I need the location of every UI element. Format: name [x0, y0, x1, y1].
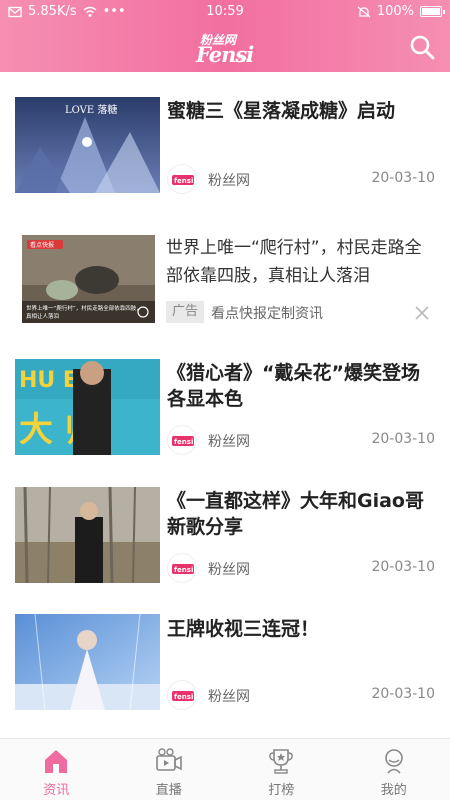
news-date: 20-03-10: [371, 559, 435, 575]
nav-label: 资讯: [43, 783, 70, 798]
news-meta: fensi 粉丝网 20-03-10: [167, 553, 435, 583]
source-avatar: fensi: [167, 553, 197, 583]
news-thumbnail: [15, 614, 160, 710]
search-icon[interactable]: [408, 33, 436, 61]
close-icon[interactable]: [414, 305, 430, 321]
home-icon: [45, 750, 68, 773]
clock: 10:59: [206, 4, 244, 19]
bottom-nav: 资讯 直播 打榜 我的: [0, 738, 450, 800]
source-name: 粉丝网: [208, 434, 250, 450]
source-avatar: fensi: [167, 680, 197, 710]
trophy-icon: [269, 749, 294, 774]
news-title[interactable]: 蜜糖三《星落凝成糖》启动: [167, 98, 435, 124]
ad-thumbnail: 看点快报 世界上唯一“爬行村”，村民走路全部依靠四肢， 真相让人落泪: [22, 235, 155, 323]
alarm-off-icon: [357, 6, 371, 17]
source-name: 粉丝网: [208, 173, 250, 189]
fensi-logo: 粉丝网 Fensi .com: [196, 33, 254, 67]
news-item[interactable]: 《一直都这样》大年和Giao哥新歌分享 fensi 粉丝网 20-03-10: [0, 464, 450, 592]
news-feed[interactable]: LOVE 落糖 蜜糖三《星落凝成糖》启动 fensi 粉丝网 20-03-10 …: [0, 72, 450, 738]
ad-source: 看点快报定制资讯: [211, 306, 323, 322]
news-item[interactable]: LOVE 落糖 蜜糖三《星落凝成糖》启动 fensi 粉丝网 20-03-10: [0, 72, 450, 200]
news-thumbnail: HU ER 大 师: [15, 359, 160, 455]
source-avatar: fensi: [167, 164, 197, 194]
news-thumbnail: [15, 487, 160, 583]
news-item[interactable]: HU ER 大 师 《猎心者》“戴朵花”爆笑登场各显本色 fensi 粉丝网 2…: [0, 336, 450, 464]
news-item[interactable]: 王牌收视三连冠！ fensi 粉丝网 20-03-10: [0, 592, 450, 720]
svg-text:看点快报: 看点快报: [30, 241, 54, 249]
nav-item-profile[interactable]: 我的: [338, 739, 450, 800]
nav-item-live[interactable]: 直播: [113, 739, 226, 800]
svg-text:fensi: fensi: [174, 693, 193, 701]
svg-text:fensi: fensi: [174, 566, 193, 574]
news-meta: fensi 粉丝网 20-03-10: [167, 425, 435, 455]
ad-title[interactable]: 世界上唯一“爬行村”，村民走路全部依靠四肢，真相让人落泪: [166, 234, 430, 290]
nav-label: 打榜: [268, 783, 295, 798]
news-title[interactable]: 《一直都这样》大年和Giao哥新歌分享: [167, 488, 435, 540]
battery-percent: 100%: [376, 4, 414, 19]
svg-text:世界上唯一“爬行村”，村民走路全部依靠四肢，: 世界上唯一“爬行村”，村民走路全部依靠四肢，: [26, 304, 142, 312]
source-avatar: fensi: [167, 425, 197, 455]
news-date: 20-03-10: [371, 170, 435, 186]
nav-label: 我的: [380, 783, 407, 798]
svg-text:真相让人落泪: 真相让人落泪: [26, 312, 59, 320]
source-name: 粉丝网: [208, 562, 250, 578]
news-title[interactable]: 《猎心者》“戴朵花”爆笑登场各显本色: [167, 360, 435, 412]
svg-text:fensi: fensi: [174, 177, 193, 185]
profile-icon: [384, 749, 403, 774]
news-thumbnail: LOVE 落糖: [15, 97, 160, 193]
status-bar: 5.85K/s ••• 10:59 100%: [0, 0, 450, 24]
news-meta: fensi 粉丝网 20-03-10: [167, 680, 435, 710]
news-date: 20-03-10: [371, 686, 435, 702]
nav-item-ranking[interactable]: 打榜: [225, 739, 338, 800]
app-header: 粉丝网 Fensi .com: [0, 24, 450, 72]
news-title[interactable]: 王牌收视三连冠！: [167, 616, 435, 642]
nav-label: 直播: [155, 783, 182, 798]
battery-icon: [420, 6, 445, 17]
video-camera-icon: [155, 748, 182, 771]
nav-item-news[interactable]: 资讯: [0, 739, 113, 800]
top-bar: 5.85K/s ••• 10:59 100% 粉丝网 Fensi .com: [0, 0, 450, 72]
ad-item[interactable]: 看点快报 世界上唯一“爬行村”，村民走路全部依靠四肢， 真相让人落泪 世界上唯一…: [0, 200, 450, 336]
svg-text:LOVE 落糖: LOVE 落糖: [65, 103, 117, 116]
ad-label: 广告: [166, 301, 204, 323]
source-name: 粉丝网: [208, 689, 250, 705]
news-meta: fensi 粉丝网 20-03-10: [167, 164, 435, 194]
svg-text:fensi: fensi: [174, 438, 193, 446]
news-date: 20-03-10: [371, 431, 435, 447]
